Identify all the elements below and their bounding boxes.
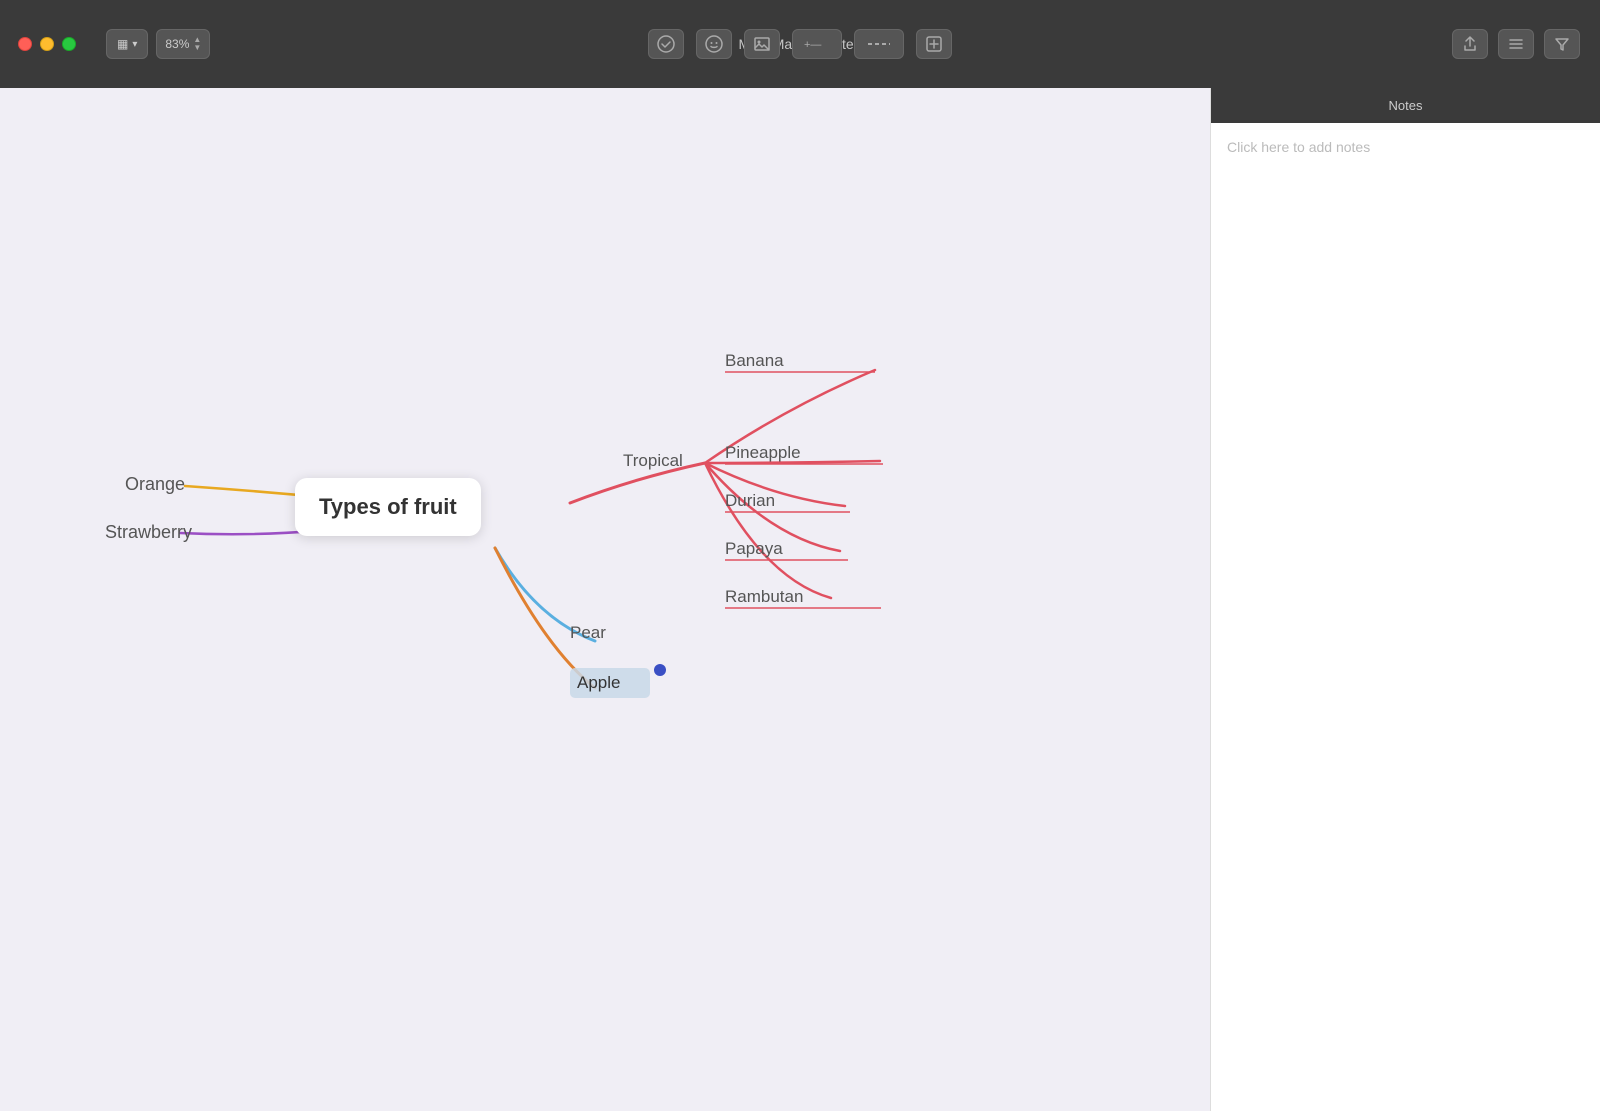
- add-connection-button[interactable]: +—: [792, 29, 842, 59]
- svg-text:Strawberry: Strawberry: [105, 522, 192, 542]
- check-button[interactable]: [648, 29, 684, 59]
- connection-button[interactable]: [854, 29, 904, 59]
- mindmap-svg: Orange Strawberry Tropical Banana Pineap…: [0, 88, 1210, 1111]
- zoom-control[interactable]: 83% ▲▼: [156, 29, 210, 59]
- central-node-text: Types of fruit: [319, 494, 457, 519]
- filter-button[interactable]: [1544, 29, 1580, 59]
- emoji-button[interactable]: [696, 29, 732, 59]
- svg-text:Pear: Pear: [570, 623, 606, 642]
- view-chevron: ▾: [132, 39, 137, 50]
- view-icon: ▦: [117, 37, 128, 51]
- zoom-value: 83%: [165, 37, 189, 51]
- zoom-stepper: ▲▼: [193, 36, 201, 52]
- toolbar-center: +—: [648, 29, 952, 59]
- maximize-button[interactable]: [62, 37, 76, 51]
- svg-text:Banana: Banana: [725, 351, 784, 370]
- list-view-button[interactable]: [1498, 29, 1534, 59]
- notes-header: Notes: [1211, 88, 1600, 123]
- main-content: Orange Strawberry Tropical Banana Pineap…: [0, 88, 1600, 1111]
- svg-text:Apple: Apple: [577, 673, 620, 692]
- svg-text:Durian: Durian: [725, 491, 775, 510]
- share-button[interactable]: [1452, 29, 1488, 59]
- central-node[interactable]: Types of fruit: [295, 478, 481, 536]
- notes-placeholder: Click here to add notes: [1227, 139, 1370, 155]
- titlebar: ▦ ▾ 83% ▲▼ Mind Map — Edited: [0, 0, 1600, 88]
- svg-text:Papaya: Papaya: [725, 539, 783, 558]
- toolbar-left: ▦ ▾ 83% ▲▼: [106, 29, 210, 59]
- svg-text:Tropical: Tropical: [623, 451, 683, 470]
- add-node-button[interactable]: [916, 29, 952, 59]
- svg-text:Pineapple: Pineapple: [725, 443, 801, 462]
- mindmap-canvas[interactable]: Orange Strawberry Tropical Banana Pineap…: [0, 88, 1210, 1111]
- svg-text:Rambutan: Rambutan: [725, 587, 803, 606]
- minimize-button[interactable]: [40, 37, 54, 51]
- traffic-lights: [0, 37, 76, 51]
- svg-text:Orange: Orange: [125, 474, 185, 494]
- close-button[interactable]: [18, 37, 32, 51]
- image-button[interactable]: [744, 29, 780, 59]
- toolbar-right: [1452, 29, 1580, 59]
- view-switcher-button[interactable]: ▦ ▾: [106, 29, 148, 59]
- notes-panel: Notes Click here to add notes: [1210, 88, 1600, 1111]
- svg-text:+—: +—: [804, 39, 821, 51]
- notes-content[interactable]: Click here to add notes: [1211, 123, 1600, 1111]
